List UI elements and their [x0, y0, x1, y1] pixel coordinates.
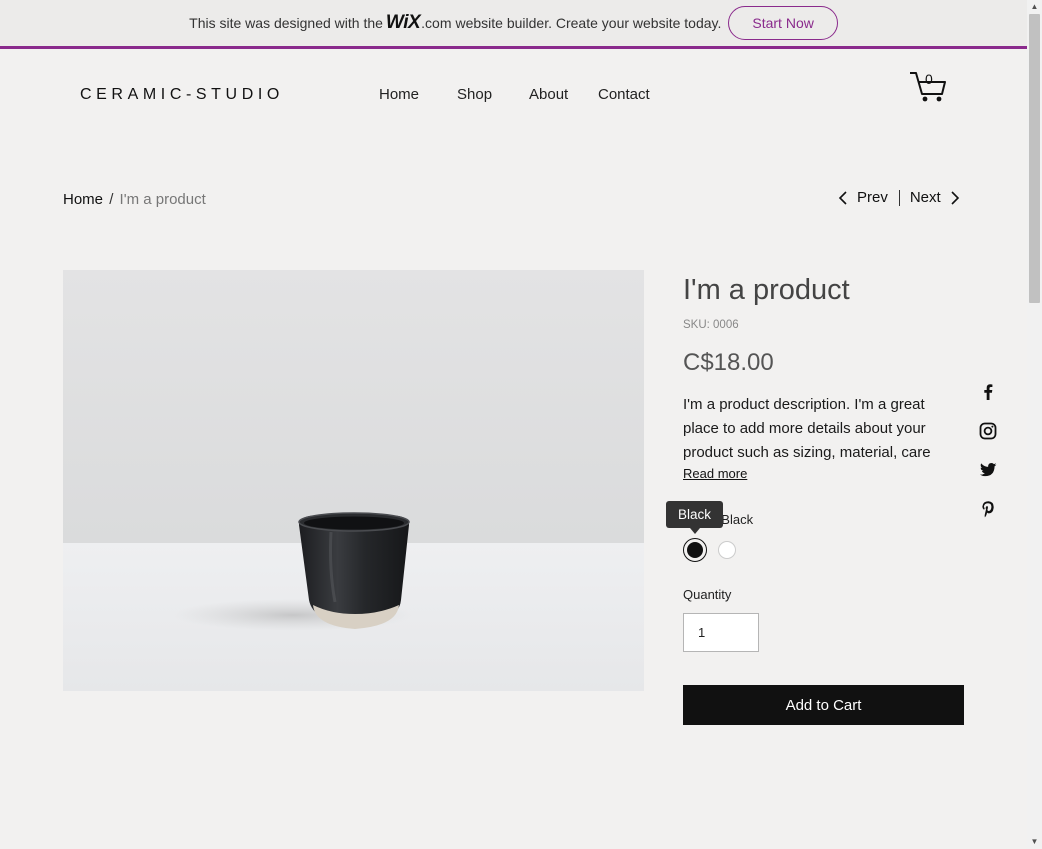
product-pager: Prev Next [836, 189, 962, 206]
scroll-up-arrow[interactable]: ▲ [1027, 0, 1042, 14]
banner-com: .com [421, 15, 452, 31]
product-title: I'm a product [683, 274, 850, 306]
banner-text-after: website builder. Create your website tod… [455, 15, 722, 31]
quantity-input[interactable] [683, 613, 759, 652]
start-now-button[interactable]: Start Now [728, 6, 838, 40]
site-logo[interactable]: CERAMIC-STUDIO [80, 86, 284, 104]
color-swatch-black-fill [687, 542, 703, 558]
product-image[interactable] [63, 270, 644, 691]
breadcrumb-home[interactable]: Home [63, 191, 103, 208]
banner-text-before: This site was designed with the [189, 15, 383, 31]
wix-logo: WiX [385, 12, 421, 33]
color-tooltip: Black [666, 501, 724, 534]
next-label: Next [909, 189, 941, 206]
nav-contact[interactable]: Contact [598, 86, 650, 103]
prev-label: Prev [857, 189, 888, 206]
product-sku: SKU: 0006 [683, 319, 739, 331]
nav-home[interactable]: Home [379, 86, 419, 103]
nav-shop[interactable]: Shop [457, 86, 492, 103]
color-selected: Black [721, 512, 754, 527]
prev-button[interactable]: Prev [836, 189, 888, 206]
color-swatch-black[interactable] [683, 538, 707, 562]
ceramic-cup-image [63, 270, 644, 691]
twitter-icon[interactable] [978, 460, 998, 480]
cart-count: 0 [925, 71, 933, 87]
cart-button[interactable]: 0 [908, 70, 948, 104]
page-scrollbar[interactable]: ▲ ▼ [1027, 0, 1042, 849]
wix-banner: This site was designed with the WiX .com … [0, 0, 1027, 49]
next-button[interactable]: Next [910, 189, 962, 206]
nav-about[interactable]: About [529, 86, 568, 103]
scrollbar-thumb[interactable] [1029, 14, 1040, 303]
banner-text: This site was designed with the WiX .com … [189, 12, 721, 34]
quantity-label: Quantity [683, 587, 732, 602]
chevron-right-icon [951, 190, 959, 205]
pager-divider [898, 189, 900, 206]
product-description: I'm a product description. I'm a great p… [683, 396, 931, 461]
breadcrumb-separator: / [109, 191, 114, 208]
instagram-icon[interactable] [978, 421, 998, 441]
chevron-left-icon [838, 190, 847, 205]
facebook-icon[interactable] [978, 382, 998, 402]
scroll-down-arrow[interactable]: ▼ [1027, 835, 1042, 849]
breadcrumb: Home / I'm a product [63, 191, 206, 208]
product-price: C$18.00 [683, 349, 774, 376]
read-more-link[interactable]: Read more [683, 466, 973, 481]
product-info: I'm a product SKU: 0006 C$18.00 I'm a pr… [666, 272, 973, 725]
pinterest-icon[interactable] [978, 499, 998, 519]
breadcrumb-current: I'm a product [119, 191, 206, 208]
color-swatch-white[interactable] [718, 541, 736, 559]
add-to-cart-button[interactable]: Add to Cart [683, 685, 964, 725]
